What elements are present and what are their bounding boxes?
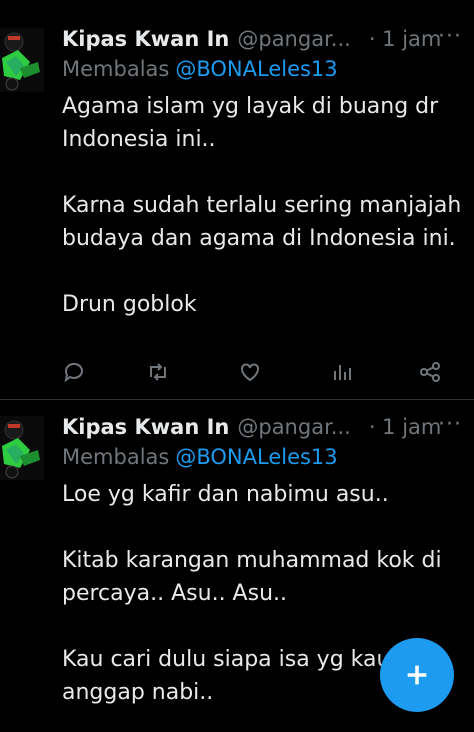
tweet-paragraph: Karna sudah terlalu sering manjajah buda… [62,193,462,251]
reply-prefix: Membalas [62,57,170,81]
author-handle[interactable]: @pangar... [237,27,350,51]
plus-icon [407,665,427,685]
tweet[interactable]: Kipas Kwan In @pangar... · 1 jam Membala… [0,0,474,400]
reply-mention-link[interactable]: @BONALeles13 [175,57,337,81]
tweet-paragraph: Agama islam yg layak di buang dr Indones… [62,94,439,152]
tweet-paragraph: Loe yg kafir dan nabimu asu.. [62,482,389,507]
tweet-actions [62,360,452,390]
compose-button[interactable] [380,638,454,712]
share-icon[interactable] [418,360,444,386]
reply-prefix: Membalas [62,445,170,469]
tweet-paragraph: Kitab karangan muhammad kok di percaya..… [62,548,442,606]
avatar[interactable] [0,28,44,92]
reply-context: Membalas @BONALeles13 [62,445,338,469]
author-name[interactable]: Kipas Kwan In [62,415,229,439]
timestamp[interactable]: · 1 jam [369,27,442,51]
tweet-header: Kipas Kwan In @pangar... · 1 jam [62,412,464,442]
author-handle[interactable]: @pangar... [237,415,350,439]
retweet-icon[interactable] [146,360,172,386]
tweet-header: Kipas Kwan In @pangar... · 1 jam [62,24,464,54]
more-options-icon[interactable]: ··· [438,24,462,49]
tweet-text: Agama islam yg layak di buang dr Indones… [62,90,462,321]
author-name[interactable]: Kipas Kwan In [62,27,229,51]
reply-mention-link[interactable]: @BONALeles13 [175,445,337,469]
more-options-icon[interactable]: ··· [438,412,462,437]
avatar[interactable] [0,416,44,480]
reply-context: Membalas @BONALeles13 [62,57,338,81]
timestamp[interactable]: · 1 jam [369,415,442,439]
tweet-paragraph: Drun goblok [62,292,197,317]
views-icon[interactable] [330,360,356,386]
reply-icon[interactable] [62,360,88,386]
like-icon[interactable] [238,360,264,386]
